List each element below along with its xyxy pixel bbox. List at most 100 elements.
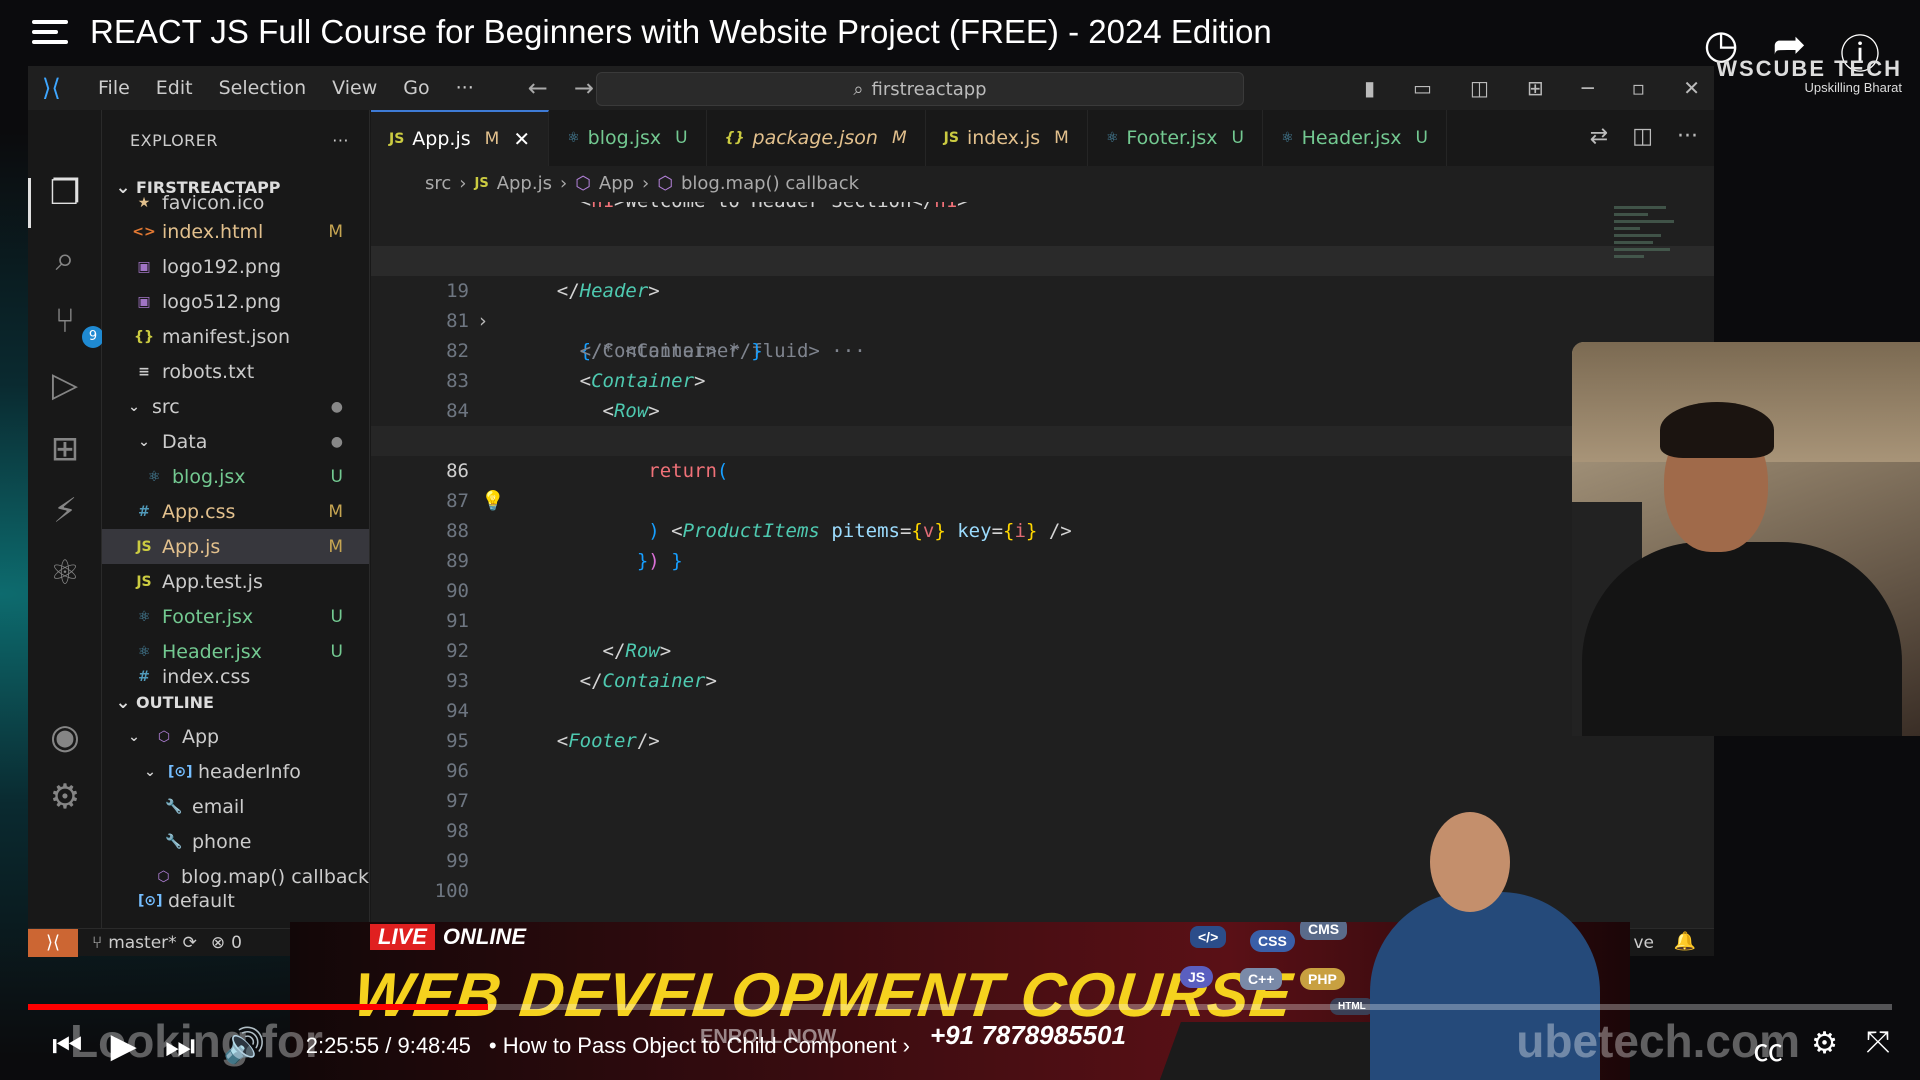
wrench-icon: 🔧 — [165, 833, 183, 850]
active-indicator — [28, 178, 31, 228]
tab-header-jsx[interactable]: ⚛ Header.jsx U — [1263, 110, 1447, 166]
minimize-icon[interactable]: ─ — [1582, 76, 1594, 100]
promo-person-head — [1430, 812, 1510, 912]
more-actions-icon[interactable]: ··· — [1677, 124, 1698, 149]
tree-item-app-css[interactable]: # App.css M — [102, 494, 369, 529]
outline-item-default[interactable]: [⊙] default — [102, 894, 369, 908]
outline-section[interactable]: ⌄ OUTLINE — [102, 685, 369, 719]
tree-folder-src[interactable]: ⌄ src ● — [102, 389, 369, 424]
menu-more[interactable]: ··· — [456, 77, 474, 99]
command-center-label: firstreactapp — [871, 78, 987, 100]
editor-area: JS App.js M ✕ ⚛ blog.jsx U {} package.js… — [371, 110, 1714, 930]
tab-package-json[interactable]: {} package.json M — [707, 110, 926, 166]
fullscreen-exit-icon[interactable]: ⤧ — [1866, 1026, 1890, 1070]
code-line: 17 <h1>Welcome to Header Section</h1> — [371, 202, 1714, 216]
explorer-more-icon[interactable]: ··· — [332, 131, 349, 150]
tree-item-app-js[interactable]: JS App.js M — [102, 529, 369, 564]
customize-layout-icon[interactable]: ⊞ — [1527, 76, 1544, 100]
account-icon[interactable]: ◉ — [44, 716, 86, 758]
playlist-menu-icon[interactable] — [32, 20, 68, 44]
previous-icon[interactable]: ⏮ — [52, 1027, 83, 1066]
problems-indicator[interactable]: ⊗ 0 — [211, 933, 242, 953]
instructor-hair — [1660, 402, 1774, 458]
tree-folder-data[interactable]: ⌄ Data ● — [102, 424, 369, 459]
tree-item-robots[interactable]: ≡ robots.txt — [102, 354, 369, 389]
file-label: Footer.jsx — [162, 605, 254, 628]
tree-item-logo512[interactable]: ▣ logo512.png — [102, 284, 369, 319]
play-icon[interactable]: ▶ — [111, 1026, 137, 1066]
settings-gear-icon[interactable]: ⚙ — [44, 776, 86, 818]
code-editor[interactable]: 17 <h1>Welcome to Header Section</h1> 18… — [371, 202, 1714, 902]
tab-label: blog.jsx — [587, 127, 662, 149]
explorer-icon[interactable]: ❐ — [44, 172, 86, 214]
tab-footer-jsx[interactable]: ⚛ Footer.jsx U — [1088, 110, 1263, 166]
title-bar: ⟩⟨ File Edit Selection View Go ··· ← → ⌕… — [28, 66, 1714, 110]
git-branch[interactable]: ⑂ master* ⟳ — [92, 933, 197, 953]
lightning-icon[interactable]: ⚡ — [44, 490, 86, 532]
tab-app-js[interactable]: JS App.js M ✕ — [371, 110, 550, 166]
tree-item-app-test[interactable]: JS App.test.js — [102, 564, 369, 599]
breadcrumb-file[interactable]: App.js — [497, 173, 552, 194]
menu-go[interactable]: Go — [403, 77, 429, 99]
tree-item-blog-jsx[interactable]: ⚛ blog.jsx U — [102, 459, 369, 494]
outline-item-phone[interactable]: 🔧 phone — [102, 824, 369, 859]
breadcrumb-symbol[interactable]: App — [599, 173, 634, 194]
tree-item-index-css[interactable]: # index.css — [102, 669, 369, 685]
tree-item-header-jsx[interactable]: ⚛ Header.jsx U — [102, 634, 369, 669]
maximize-icon[interactable]: ▫ — [1632, 76, 1646, 100]
bell-icon[interactable]: 🔔 — [1674, 931, 1696, 952]
tree-item-logo192[interactable]: ▣ logo192.png — [102, 249, 369, 284]
status-misc[interactable]: ve — [1633, 933, 1654, 953]
run-debug-icon[interactable]: ▷ — [44, 364, 86, 406]
split-editor-icon[interactable]: ◫ — [1632, 124, 1653, 149]
toggle-panel-icon[interactable]: ▭ — [1413, 76, 1432, 100]
menu-view[interactable]: View — [332, 77, 377, 99]
progress-bar[interactable] — [28, 1004, 1892, 1010]
compare-changes-icon[interactable]: ⇄ — [1590, 124, 1608, 149]
brand-tagline: Upskilling Bharat — [1804, 80, 1902, 95]
channel-brand: WSCUBE TECH Upskilling Bharat — [1716, 56, 1902, 95]
menu-edit[interactable]: Edit — [156, 77, 193, 99]
toggle-sidebar-icon[interactable]: ▮ — [1364, 76, 1375, 100]
back-arrow-icon[interactable]: ← — [528, 74, 548, 102]
forward-arrow-icon[interactable]: → — [574, 74, 594, 102]
outline-title: OUTLINE — [136, 692, 214, 712]
chevron-down-icon: ⌄ — [128, 728, 140, 745]
tab-blog-jsx[interactable]: ⚛ blog.jsx U — [549, 110, 707, 166]
search-icon[interactable]: ⌕ — [44, 238, 86, 280]
tree-item-footer-jsx[interactable]: ⚛ Footer.jsx U — [102, 599, 369, 634]
menu-selection[interactable]: Selection — [219, 77, 307, 99]
toggle-secondary-sidebar-icon[interactable]: ◫ — [1470, 76, 1489, 100]
code-line: 94 <Footer/> — [371, 666, 1714, 752]
chapter-title[interactable]: • How to Pass Object to Child Component … — [489, 1033, 910, 1059]
remote-icon[interactable]: ⟩⟨ — [28, 928, 78, 957]
tab-status: M — [1054, 128, 1069, 148]
code-chip: </> — [1190, 926, 1227, 948]
text-file-icon: ≡ — [138, 363, 150, 380]
breadcrumb-callback[interactable]: blog.map() callback — [681, 173, 859, 194]
settings-icon[interactable]: ⚙ — [1811, 1026, 1838, 1070]
outline-item-blog-map[interactable]: ⬡ blog.map() callback — [102, 859, 369, 894]
tab-index-js[interactable]: JS index.js M — [926, 110, 1088, 166]
minimap[interactable] — [1614, 202, 1700, 322]
tree-item-manifest[interactable]: {} manifest.json — [102, 319, 369, 354]
source-control-icon[interactable]: ⑂ 9 — [44, 300, 104, 348]
extensions-icon[interactable]: ⊞ — [44, 428, 86, 470]
video-title[interactable]: REACT JS Full Course for Beginners with … — [90, 13, 1272, 51]
menu-file[interactable]: File — [98, 77, 130, 99]
breadcrumb-src[interactable]: src — [425, 173, 451, 194]
js-chip: JS — [1180, 966, 1214, 988]
close-tab-icon[interactable]: ✕ — [513, 127, 530, 151]
outline-item-email[interactable]: 🔧 email — [102, 789, 369, 824]
outline-item-headerinfo[interactable]: ⌄ [⊙] headerInfo — [102, 754, 369, 789]
captions-icon[interactable]: ㏄ — [1753, 1026, 1783, 1070]
volume-icon[interactable]: 🔊 — [223, 1026, 265, 1066]
react-icon[interactable]: ⚛ — [44, 552, 86, 594]
command-center[interactable]: ⌕ firstreactapp — [596, 72, 1244, 106]
close-window-icon[interactable]: ✕ — [1683, 76, 1700, 100]
next-icon[interactable]: ⏭ — [165, 1027, 196, 1066]
tree-item-favicon[interactable]: ★ favicon.ico — [102, 192, 369, 214]
tree-item-index-html[interactable]: <> index.html M — [102, 214, 369, 249]
outline-item-app[interactable]: ⌄ ⬡ App — [102, 719, 369, 754]
react-file-icon: ⚛ — [567, 130, 580, 146]
